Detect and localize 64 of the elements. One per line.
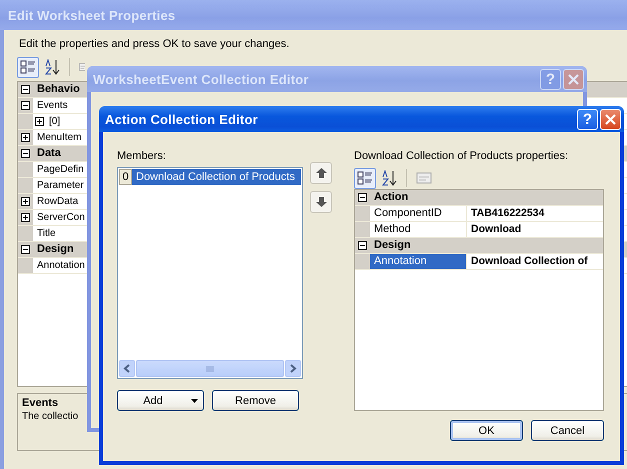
category-label: Behavio bbox=[36, 82, 80, 97]
expand-icon[interactable] bbox=[21, 197, 30, 206]
scroll-left-icon bbox=[123, 364, 131, 373]
category-label: Data bbox=[36, 146, 61, 161]
collapse-icon[interactable] bbox=[21, 245, 30, 254]
property-name[interactable]: PageDefin bbox=[37, 162, 84, 177]
up-arrow-icon bbox=[316, 168, 326, 178]
collapse-icon[interactable] bbox=[358, 241, 367, 250]
property-name[interactable]: RowData bbox=[37, 194, 78, 209]
move-up-button[interactable] bbox=[310, 162, 332, 184]
categorized-button[interactable] bbox=[354, 168, 376, 188]
ok-button[interactable]: OK bbox=[450, 420, 523, 441]
categorized-button[interactable] bbox=[17, 56, 39, 78]
expand-icon[interactable] bbox=[21, 133, 30, 142]
property-name[interactable]: [0] bbox=[49, 114, 60, 129]
window-title: Edit Worksheet Properties bbox=[8, 8, 176, 22]
move-down-button[interactable] bbox=[310, 191, 332, 213]
grip-icon bbox=[206, 366, 214, 372]
scroll-right-icon bbox=[289, 364, 297, 373]
description-title: Events bbox=[22, 397, 58, 409]
pages-icon bbox=[79, 61, 85, 73]
property-name[interactable]: MenuItem bbox=[37, 130, 82, 145]
instruction-text: Edit the properties and press OK to save your changes. bbox=[18, 38, 290, 52]
properties-label: Download Collection of Products properties: bbox=[354, 150, 570, 164]
sort-icon bbox=[381, 170, 397, 186]
property-name[interactable]: Annotation bbox=[370, 254, 467, 269]
collapse-icon[interactable] bbox=[21, 149, 30, 158]
categorized-icon bbox=[20, 59, 36, 75]
collapse-icon[interactable] bbox=[21, 85, 30, 94]
list-item[interactable]: Download Collection of Products bbox=[132, 169, 301, 185]
category-label: Design bbox=[373, 238, 411, 253]
property-value[interactable]: Download bbox=[467, 222, 522, 237]
property-name[interactable]: Events bbox=[37, 98, 68, 113]
add-button[interactable]: Add bbox=[117, 390, 204, 411]
window-title: WorksheetEvent Collection Editor bbox=[93, 72, 309, 86]
categorized-icon bbox=[357, 170, 373, 186]
expand-icon[interactable] bbox=[21, 213, 30, 222]
category-label: Action bbox=[373, 190, 408, 205]
close-icon bbox=[605, 114, 616, 124]
pages-icon bbox=[416, 170, 432, 186]
property-value[interactable]: TAB416222534 bbox=[467, 206, 544, 221]
property-name[interactable]: Parameter bbox=[37, 178, 84, 193]
category-label: Design bbox=[36, 242, 74, 257]
cancel-button[interactable]: Cancel bbox=[531, 420, 604, 441]
members-label: Members: bbox=[117, 150, 167, 164]
help-button[interactable]: ? bbox=[577, 108, 598, 130]
close-icon bbox=[568, 74, 579, 84]
property-name[interactable]: ComponentID bbox=[370, 206, 467, 221]
property-name[interactable]: Method bbox=[370, 222, 467, 237]
window-title: Action Collection Editor bbox=[105, 112, 258, 126]
sort-icon bbox=[44, 59, 60, 75]
horizontal-scrollbar[interactable] bbox=[118, 360, 302, 378]
property-name[interactable]: Title bbox=[37, 226, 56, 241]
property-value[interactable]: Download Collection of bbox=[467, 254, 588, 269]
down-arrow-icon bbox=[316, 197, 326, 207]
collapse-icon[interactable] bbox=[358, 193, 367, 202]
remove-button[interactable]: Remove bbox=[212, 390, 299, 411]
index-badge: 0 bbox=[119, 169, 132, 185]
collapse-icon[interactable] bbox=[21, 101, 30, 110]
property-name[interactable]: Annotation bbox=[37, 258, 85, 273]
expand-icon[interactable] bbox=[35, 117, 44, 126]
description-text: The collectio bbox=[22, 411, 78, 422]
caret-icon[interactable] bbox=[191, 398, 198, 402]
property-name[interactable]: ServerCon bbox=[37, 210, 85, 225]
